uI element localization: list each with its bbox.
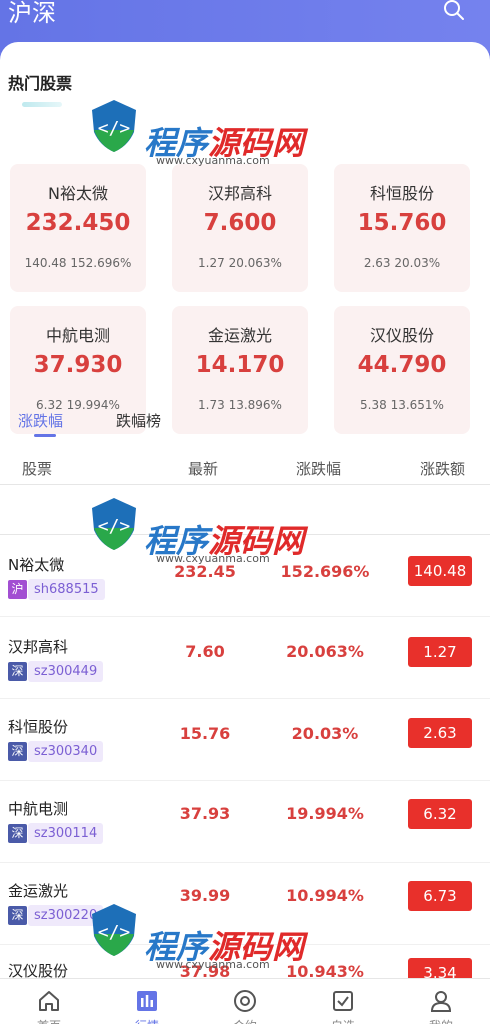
row-divider [0, 616, 490, 617]
hot-stock-change: 2.63 20.03% [363, 256, 441, 270]
stock-code: sz300449 [28, 661, 104, 682]
hot-stock-card[interactable]: 汉邦高科 7.600 1.27 20.063% [172, 164, 308, 292]
tab-indicator [34, 434, 56, 437]
chart-icon [137, 991, 157, 1011]
tabbar-label: 行情 [98, 1017, 196, 1024]
change-amount-badge: 6.73 [408, 881, 472, 911]
hot-stock-price: 232.450 [25, 210, 131, 236]
hot-stock-name: 汉邦高科 [207, 184, 272, 203]
hot-stock-card[interactable]: 汉仪股份 44.790 5.38 13.651% [334, 306, 470, 434]
hot-stock-name: 金运激光 [207, 326, 272, 345]
checkbox-icon [333, 991, 353, 1011]
row-divider [0, 944, 490, 945]
hot-stock-card[interactable]: N裕太微 232.450 140.48 152.696% [10, 164, 146, 292]
hot-stock-name: N裕太微 [48, 184, 108, 203]
hot-stock-change: 1.27 20.063% [198, 256, 282, 270]
change-amount-badge: 6.32 [408, 799, 472, 829]
change-percent: 20.03% [291, 724, 359, 743]
hot-stock-price: 44.790 [357, 352, 447, 378]
row-divider [0, 862, 490, 863]
column-header-stock: 股票 [22, 460, 53, 478]
change-amount-badge: 1.27 [408, 637, 472, 667]
tabbar-label: 首页 [0, 1017, 98, 1024]
hot-stock-change: 140.48 152.696% [24, 256, 132, 270]
tabbar-profile[interactable]: 我的 [392, 979, 490, 1024]
hot-stock-change: 5.38 13.651% [360, 398, 444, 412]
market-badge: 沪 [8, 580, 27, 599]
stock-name: 汉邦高科 [8, 638, 69, 656]
tabbar-watchlist[interactable]: 自选 [294, 979, 392, 1024]
change-percent: 19.994% [286, 804, 364, 823]
column-header-latest[interactable]: 最新 [188, 458, 218, 479]
market-badge: 深 [8, 742, 27, 761]
tabbar-market[interactable]: 行情 [98, 979, 196, 1024]
hot-stock-price: 37.930 [33, 352, 123, 378]
section-underline [22, 102, 62, 107]
hot-stocks-title: 热门股票 [8, 74, 73, 93]
tabbar-contract[interactable]: 合约 [196, 979, 294, 1024]
hot-stock-name: 科恒股份 [369, 184, 434, 203]
column-header-amount[interactable]: 涨跌额 [420, 458, 465, 479]
tabbar-home[interactable]: 首页 [0, 979, 98, 1024]
tabbar-label: 合约 [196, 1017, 294, 1024]
latest-price: 7.60 [185, 642, 225, 661]
latest-price: 232.45 [174, 562, 236, 581]
hot-stock-price: 14.170 [195, 352, 285, 378]
tabbar-label: 我的 [392, 1017, 490, 1024]
target-icon [234, 990, 256, 1012]
header-divider [0, 534, 490, 535]
hot-stock-card[interactable]: 金运激光 14.170 1.73 13.896% [172, 306, 308, 434]
market-title: 沪深 [8, 0, 56, 27]
row-divider [0, 698, 490, 699]
stock-name: N裕太微 [8, 556, 65, 574]
hot-stock-price: 7.600 [203, 210, 277, 236]
home-icon [39, 991, 59, 1011]
tab-fall[interactable]: 跌幅榜 [116, 410, 161, 431]
hot-stock-card[interactable]: 科恒股份 15.760 2.63 20.03% [334, 164, 470, 292]
change-percent: 10.994% [286, 886, 364, 905]
change-percent: 152.696% [280, 562, 370, 581]
column-header-pct[interactable]: 涨跌幅 [296, 458, 341, 479]
market-badge: 深 [8, 906, 27, 925]
change-amount-badge: 2.63 [408, 718, 472, 748]
stock-code: sz300114 [28, 823, 104, 844]
latest-price: 37.93 [179, 804, 231, 823]
market-badge: 深 [8, 662, 27, 681]
change-amount-badge: 140.48 [408, 556, 472, 586]
hot-stock-name: 中航电测 [45, 326, 110, 345]
stock-name: 金运激光 [8, 882, 69, 900]
tabs-divider [0, 484, 490, 485]
latest-price: 39.99 [179, 886, 231, 905]
stock-code: sh688515 [28, 579, 105, 600]
search-icon[interactable] [442, 0, 466, 22]
stock-name: 中航电测 [8, 800, 69, 818]
row-divider [0, 780, 490, 781]
latest-price: 15.76 [179, 724, 231, 743]
tabbar-label: 自选 [294, 1017, 392, 1024]
hot-stock-change: 1.73 13.896% [198, 398, 282, 412]
hot-stock-name: 汉仪股份 [369, 326, 434, 345]
stock-code: sz300340 [28, 741, 104, 762]
bottom-tab-bar: 首页 行情 合约 自选 我的 [0, 978, 490, 1024]
tab-rise[interactable]: 涨跌幅 [18, 410, 63, 431]
market-badge: 深 [8, 824, 27, 843]
stock-name: 科恒股份 [8, 718, 69, 736]
stock-code: sz300220 [28, 905, 104, 926]
hot-stock-price: 15.760 [357, 210, 447, 236]
change-percent: 20.063% [286, 642, 364, 661]
user-icon [430, 991, 452, 1012]
